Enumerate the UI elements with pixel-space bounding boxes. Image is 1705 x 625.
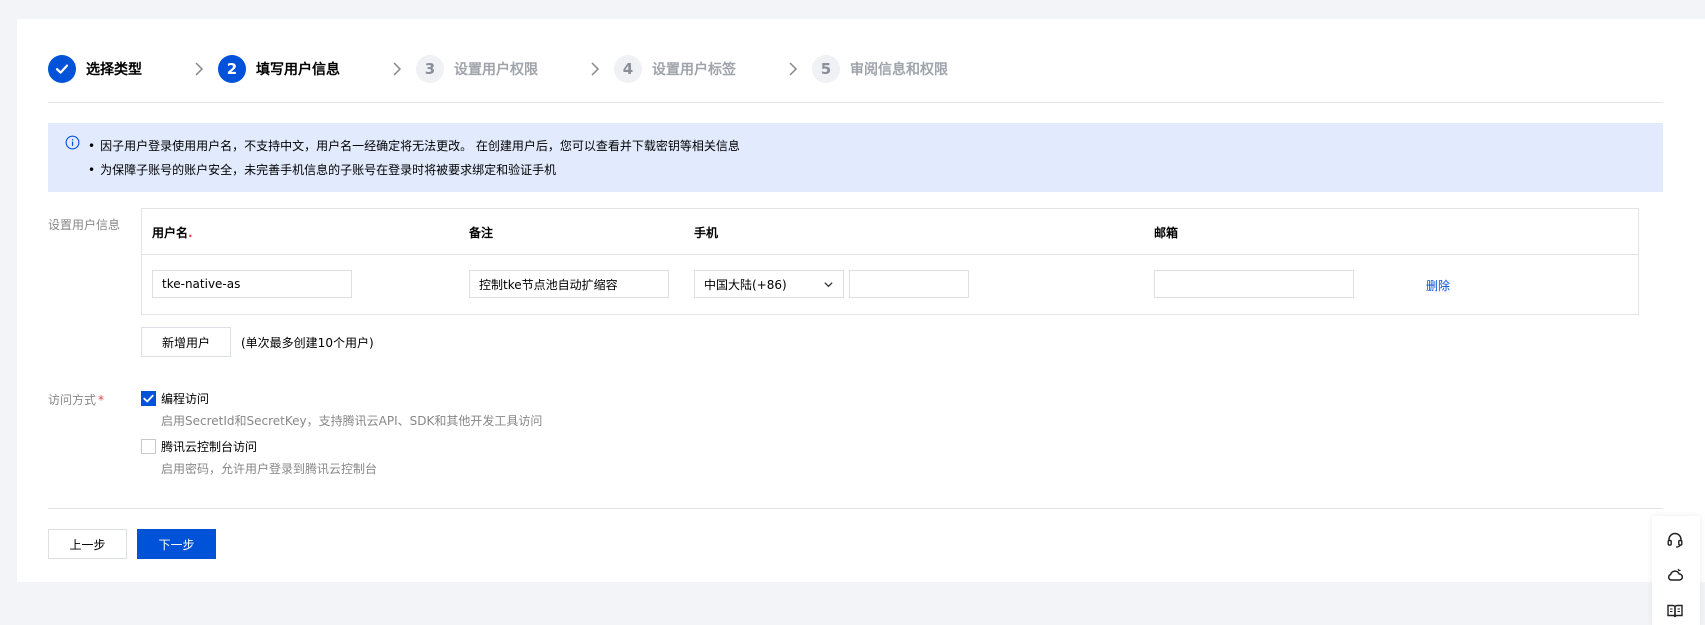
stepper-divider [48, 102, 1663, 103]
next-step-button[interactable]: 下一步 [137, 529, 216, 559]
step-label: 选择类型 [86, 62, 142, 78]
programmatic-access-desc: 启用SecretId和SecretKey，支持腾讯云API、SDK和其他开发工具… [161, 414, 543, 428]
programmatic-access-checkbox[interactable] [141, 391, 156, 406]
console-access-checkbox[interactable] [141, 439, 156, 454]
check-icon [143, 394, 154, 403]
required-mark: * [98, 393, 105, 407]
step-label: 填写用户信息 [256, 62, 340, 78]
chevron-right-icon [591, 62, 600, 76]
programmatic-access-title[interactable]: 编程访问 [161, 390, 209, 407]
info-icon [65, 135, 80, 150]
column-phone: 手机 [694, 226, 719, 240]
stepper: 选择类型 2 填写用户信息 3 设置用户权限 4 设置用户标签 5 审阅信息和权… [48, 54, 1663, 84]
user-info-label: 设置用户信息 [48, 218, 121, 232]
footer-divider [48, 508, 1663, 509]
add-user-button[interactable]: 新增用户 [141, 327, 231, 357]
step-2: 2 填写用户信息 [218, 54, 340, 84]
column-username: 用户名. [152, 226, 193, 240]
form-card: 选择类型 2 填写用户信息 3 设置用户权限 4 设置用户标签 5 审阅信息和权… [17, 19, 1705, 582]
step-label: 设置用户标签 [652, 62, 736, 78]
step-4: 4 设置用户标签 [614, 54, 736, 84]
remark-input[interactable] [469, 270, 669, 298]
chevron-right-icon [195, 62, 204, 76]
console-access-title[interactable]: 腾讯云控制台访问 [161, 438, 257, 455]
step-1: 选择类型 [48, 54, 142, 84]
email-input[interactable] [1154, 270, 1354, 298]
chevron-right-icon [393, 62, 402, 76]
access-method-label: 访问方式 * [48, 393, 105, 407]
step-label: 设置用户权限 [454, 62, 538, 78]
book-icon[interactable] [1666, 602, 1684, 620]
step-number: 4 [614, 55, 642, 83]
chevron-down-icon [824, 282, 833, 288]
banner-line-2: 为保障子账号的账户安全，未完善手机信息的子账号在登录时将被要求绑定和验证手机 [88, 161, 556, 178]
step-done-check-icon [48, 55, 76, 83]
console-access-desc: 启用密码，允许用户登录到腾讯云控制台 [161, 462, 378, 476]
required-mark: . [188, 226, 193, 240]
country-code-select[interactable]: 中国大陆(+86) [694, 270, 844, 298]
country-code-value: 中国大陆(+86) [704, 277, 787, 292]
prev-step-button[interactable]: 上一步 [48, 529, 127, 559]
phone-input[interactable] [849, 270, 969, 298]
step-label: 审阅信息和权限 [850, 62, 948, 78]
delete-user-link[interactable]: 删除 [1426, 277, 1450, 294]
add-user-hint: (单次最多创建10个用户) [241, 336, 374, 350]
username-input[interactable] [152, 270, 352, 298]
banner-line-1: 因子用户登录使用用户名，不支持中文，用户名一经确定将无法更改。 在创建用户后，您… [88, 137, 740, 154]
user-table: 用户名. 备注 手机 邮箱 中国大陆(+86) 删除 [141, 208, 1639, 315]
column-email: 邮箱 [1154, 226, 1179, 240]
step-number: 2 [218, 55, 246, 83]
step-number: 3 [416, 55, 444, 83]
chevron-right-icon [789, 62, 798, 76]
step-number: 5 [812, 55, 840, 83]
step-3: 3 设置用户权限 [416, 54, 538, 84]
column-remark: 备注 [469, 226, 494, 240]
cloud-icon[interactable] [1666, 566, 1684, 584]
floating-toolbar [1652, 516, 1700, 625]
table-header: 用户名. 备注 手机 邮箱 [142, 209, 1638, 255]
step-5: 5 审阅信息和权限 [812, 54, 948, 84]
info-banner: 因子用户登录使用用户名，不支持中文，用户名一经确定将无法更改。 在创建用户后，您… [48, 123, 1663, 192]
headset-icon[interactable] [1666, 531, 1684, 549]
